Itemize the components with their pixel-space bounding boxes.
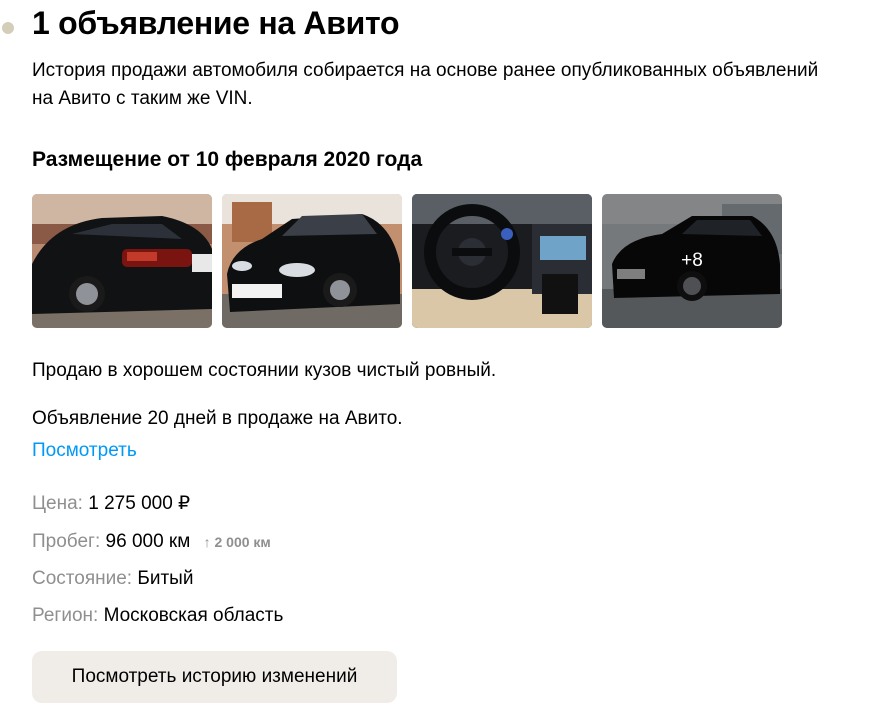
page-title: 1 объявление на Авито: [32, 5, 400, 41]
listing-heading: Размещение от 10 февраля 2020 года: [32, 148, 423, 171]
price-label: Цена:: [32, 493, 83, 514]
more-photos-counter: +8: [602, 194, 782, 328]
mileage-value: 96 000 км: [105, 531, 191, 552]
mileage-label: Пробег:: [32, 531, 101, 552]
view-history-button[interactable]: Посмотреть историю изменений: [32, 651, 397, 703]
condition-label: Состояние:: [32, 568, 133, 589]
price-value: 1 275 000 ₽: [88, 493, 191, 514]
mileage-row: Пробег: 96 000 км ↑ 2 000 км: [32, 529, 271, 555]
car-interior-photo: [412, 194, 592, 328]
photo-thumbnail-4[interactable]: +8: [602, 194, 782, 328]
mileage-delta: ↑ 2 000 км: [203, 534, 271, 550]
region-row: Регион: Московская область: [32, 603, 283, 629]
condition-value: Битый: [137, 568, 194, 589]
region-value: Московская область: [103, 605, 284, 626]
car-front-photo: [222, 194, 402, 328]
photo-gallery: +8: [32, 194, 782, 328]
region-label: Регион:: [32, 605, 99, 626]
price-row: Цена: 1 275 000 ₽: [32, 491, 190, 517]
section-bullet: [2, 22, 14, 34]
condition-row: Состояние: Битый: [32, 566, 193, 592]
view-listing-link[interactable]: Посмотреть: [32, 438, 137, 464]
listing-days-on-sale: Объявление 20 дней в продаже на Авито.: [32, 408, 403, 429]
listing-description: Продаю в хорошем состоянии кузов чистый …: [32, 360, 497, 381]
page-subtitle: История продажи автомобиля собирается на…: [32, 60, 819, 109]
photo-thumbnail-2[interactable]: [222, 194, 402, 328]
photo-thumbnail-3[interactable]: [412, 194, 592, 328]
photo-thumbnail-1[interactable]: [32, 194, 212, 328]
car-rear-photo: [32, 194, 212, 328]
